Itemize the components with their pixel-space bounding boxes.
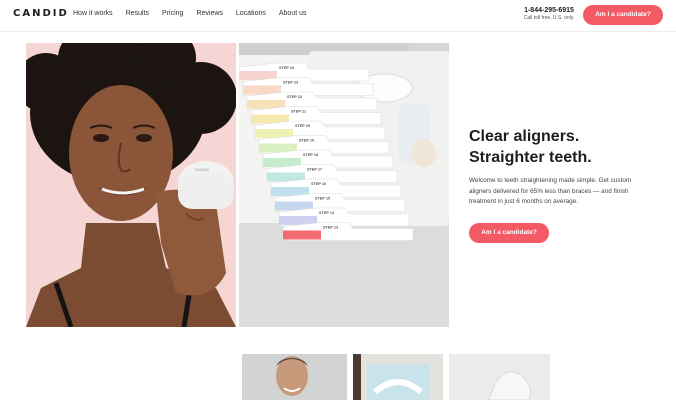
hero-description: Welcome to teeth straightening made simp…	[469, 177, 632, 205]
step-label: STEP 17	[307, 168, 322, 172]
nav-link-reviews[interactable]: Reviews	[196, 10, 222, 17]
thumbnail-aligner-tray[interactable]	[449, 354, 550, 400]
aligner-kit-illustration: STEP 24 STEP 23 STEP 22 STEP 21 STEP 20 STEP …	[239, 43, 449, 327]
phone-note: Call toll free, U.S. only.	[523, 15, 575, 21]
hero-product-box-photo: STEP 24 STEP 23 STEP 22 STEP 21 STEP 20 STEP …	[239, 43, 449, 327]
headline-line-2: Straighter teeth.	[469, 149, 592, 166]
thumbnail-row	[0, 354, 676, 400]
phone-number[interactable]: 1-844-295-6915	[519, 7, 579, 14]
step-label: STEP 24	[279, 66, 295, 70]
nav-link-how-it-works[interactable]: How it works	[73, 10, 113, 17]
nav-link-results[interactable]: Results	[126, 10, 149, 17]
candidate-button-hero[interactable]: Am I a candidate?	[469, 223, 549, 243]
step-label: STEP 22	[287, 95, 302, 99]
step-label: STEP 19	[299, 139, 314, 143]
step-label: STEP 21	[291, 110, 306, 114]
hero-model-photo: CANDID	[26, 43, 236, 327]
step-label: STEP 23	[283, 81, 298, 85]
model-illustration: CANDID	[26, 43, 236, 327]
step-label: STEP 20	[295, 124, 310, 128]
thumbnail-aligner-scan[interactable]	[353, 354, 443, 400]
nav-link-about-us[interactable]: About us	[279, 10, 307, 17]
candidate-button-header[interactable]: Am I a candidate?	[583, 5, 663, 25]
nav-link-pricing[interactable]: Pricing	[162, 10, 183, 17]
doctor-illustration	[242, 354, 347, 400]
top-navigation: CANDID How it works Results Pricing Revi…	[0, 0, 676, 32]
step-color-band	[283, 230, 321, 240]
candid-logo[interactable]: CANDID	[13, 8, 69, 19]
aligner-tray-illustration	[449, 354, 550, 400]
hero-headline: Clear aligners. Straighter teeth.	[469, 126, 592, 168]
step-label: STEP 14	[319, 211, 335, 215]
step-label: STEP 16	[311, 182, 326, 186]
phone-contact: 1-844-295-6915 Call toll free, U.S. only…	[519, 7, 579, 21]
headline-line-1: Clear aligners.	[469, 128, 580, 145]
case-label: CANDID	[194, 167, 209, 172]
nav-link-locations[interactable]: Locations	[236, 10, 266, 17]
step-label: STEP 15	[315, 197, 330, 201]
step-label: STEP 18	[303, 153, 318, 157]
thumbnail-doctor-photo[interactable]	[242, 354, 347, 400]
step-label: STEP 13	[323, 226, 338, 230]
nav-links: How it works Results Pricing Reviews Loc…	[73, 10, 307, 17]
aligner-scan-illustration	[353, 354, 443, 400]
